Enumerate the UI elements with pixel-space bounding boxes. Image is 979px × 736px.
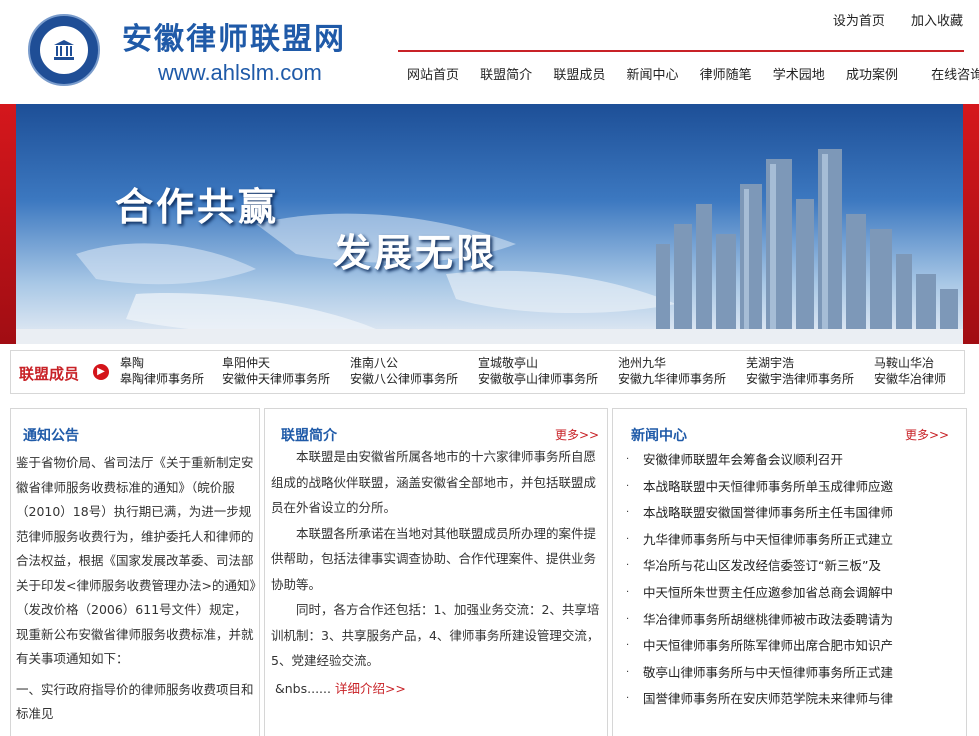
nav-essays[interactable]: 律师随笔 <box>700 64 752 83</box>
member-firm: 安徽敬亭山律师事务所 <box>478 372 599 386</box>
member-city: 宣城敬亭山 <box>478 356 539 370</box>
member-item[interactable]: 宣城敬亭山 安徽敬亭山律师事务所 <box>478 355 610 387</box>
news-item[interactable]: · 九华律师事务所与中天恒律师事务所正式建立 <box>623 527 959 554</box>
logo-inner-ring <box>38 24 90 76</box>
banner-slogan-2: 发展无限 <box>333 231 498 275</box>
members-scroller: 皋陶 皋陶律师事务所 阜阳仲天 安徽仲天律师事务所 淮南八公 安徽八公律师事务所… <box>120 355 962 391</box>
nav-home[interactable]: 网站首页 <box>407 64 459 83</box>
site-url: www.ahlslm.com <box>158 60 322 85</box>
members-bar: 联盟成员 ▶ 皋陶 皋陶律师事务所 阜阳仲天 安徽仲天律师事务所 淮南八公 安徽… <box>10 350 965 394</box>
banner-slogan-1: 合作共赢 <box>115 185 280 229</box>
bullet-icon: · <box>626 640 630 652</box>
hero-banner: 合作共赢 发展无限 <box>0 104 979 344</box>
nav-about[interactable]: 联盟简介 <box>480 64 532 83</box>
news-item-title: 本战略联盟安徽国誉律师事务所主任韦国律师 <box>643 505 894 521</box>
bullet-icon: · <box>626 480 630 492</box>
nav-consult[interactable]: 在线咨询 <box>931 64 979 83</box>
news-item[interactable]: · 中天恒律师事务所陈军律师出席合肥市知识产 <box>623 633 959 660</box>
news-item[interactable]: · 华冶所与花山区发改经信委签订“新三板”及 <box>623 553 959 580</box>
courthouse-icon <box>54 40 74 60</box>
intro-paragraph: 本联盟是由安徽省所属各地市的十六家律师事务所自愿组成的战略伙伴联盟，涵盖安徽省全… <box>271 449 597 515</box>
intro-paragraph: 同时，各方合作还包括：1、加强业务交流：2、共享培训机制：3、共享服务产品，4、… <box>271 602 600 668</box>
news-item[interactable]: · 本战略联盟安徽国誉律师事务所主任韦国律师 <box>623 500 959 527</box>
news-item-title: 敬亭山律师事务所与中天恒律师事务所正式建 <box>643 664 894 680</box>
member-city: 淮南八公 <box>350 356 399 370</box>
nav-divider <box>398 50 964 52</box>
news-item[interactable]: · 安徽律师联盟年会筹备会议顺利召开 <box>623 447 959 474</box>
notice-panel: 通知公告 鉴于省物价局、省司法厅《关于重新制定安徽省律师服务收费标准的通知》（皖… <box>10 408 260 736</box>
intro-paragraph: 本联盟各所承诺在当地对其他联盟成员所办理的案件提供帮助，包括法律事实调查协助、合… <box>271 525 597 592</box>
bullet-icon: · <box>626 454 630 465</box>
member-city: 皋陶 <box>120 356 145 370</box>
nav-academic[interactable]: 学术园地 <box>773 64 825 83</box>
member-item[interactable]: 皋陶 皋陶律师事务所 <box>120 355 214 387</box>
circle-arrow-right-icon[interactable]: ▶ <box>93 364 109 380</box>
add-favorite-link[interactable]: 加入收藏 <box>911 14 963 29</box>
member-firm: 安徽仲天律师事务所 <box>222 372 331 386</box>
member-firm: 安徽九华律师事务所 <box>618 372 727 386</box>
bullet-icon: · <box>626 560 630 572</box>
member-item[interactable]: 阜阳仲天 安徽仲天律师事务所 <box>222 355 342 387</box>
intro-panel: 联盟简介 更多>> 本联盟是由安徽省所属各地市的十六家律师事务所自愿组成的战略伙… <box>264 408 608 736</box>
news-title[interactable]: 新闻中心 <box>631 425 687 445</box>
notice-body[interactable]: 鉴于省物价局、省司法厅《关于重新制定安徽省律师服务收费标准的通知》（皖价服（20… <box>16 451 256 727</box>
intro-more-link[interactable]: 更多>> <box>555 426 599 443</box>
nav-cases[interactable]: 成功案例 <box>846 64 898 83</box>
main-nav: 网站首页 联盟简介 联盟成员 新闻中心 律师随笔 学术园地 成功案例 在线咨询 <box>398 64 979 83</box>
member-item[interactable]: 池州九华 安徽九华律师事务所 <box>618 355 738 387</box>
member-item[interactable]: 马鞍山华冶 安徽华冶律师 <box>874 355 962 387</box>
member-firm: 安徽宇浩律师事务所 <box>746 372 855 386</box>
notice-text: 鉴于省物价局、省司法厅《关于重新制定安徽省律师服务收费标准的通知》（皖价服（20… <box>16 455 256 666</box>
bullet-icon: · <box>626 693 630 705</box>
member-city: 阜阳仲天 <box>222 356 271 370</box>
intro-title[interactable]: 联盟简介 <box>281 425 337 445</box>
news-item[interactable]: · 国誉律师事务所在安庆师范学院未来律师与律 <box>623 686 959 713</box>
member-city: 芜湖宇浩 <box>746 356 795 370</box>
member-city: 池州九华 <box>618 356 667 370</box>
member-item[interactable]: 芜湖宇浩 安徽宇浩律师事务所 <box>746 355 866 387</box>
intro-body: 本联盟是由安徽省所属各地市的十六家律师事务所自愿组成的战略伙伴联盟，涵盖安徽省全… <box>271 444 603 701</box>
top-links: 设为首页 加入收藏 <box>811 10 963 29</box>
site-header: 安徽律师联盟网 www.ahlslm.com 设为首页 加入收藏 网站首页 联盟… <box>0 0 979 104</box>
news-item-title: 华冶律师事务所胡继桃律师被市政法委聘请为 <box>643 611 894 627</box>
lawyer-emblem-logo[interactable] <box>28 14 100 86</box>
bullet-icon: · <box>626 666 630 678</box>
news-list: · 安徽律师联盟年会筹备会议顺利召开 · 本战略联盟中天恒律师事务所单玉成律师应邀 … <box>623 447 959 713</box>
news-item-title: 国誉律师事务所在安庆师范学院未来律师与律 <box>643 691 894 707</box>
member-firm: 皋陶律师事务所 <box>120 372 205 386</box>
news-panel: 新闻中心 更多>> · 安徽律师联盟年会筹备会议顺利召开 · 本战略联盟中天恒律师事… <box>612 408 967 736</box>
member-firm: 安徽八公律师事务所 <box>350 372 459 386</box>
news-item[interactable]: · 本战略联盟中天恒律师事务所单玉成律师应邀 <box>623 474 959 501</box>
bullet-icon: · <box>626 507 630 519</box>
bullet-icon: · <box>626 613 630 625</box>
news-item[interactable]: · 中天恒所朱世贾主任应邀参加省总商会调解中 <box>623 580 959 607</box>
nav-members[interactable]: 联盟成员 <box>553 64 605 83</box>
news-item-title: 中天恒律师事务所陈军律师出席合肥市知识产 <box>643 638 894 654</box>
set-homepage-link[interactable]: 设为首页 <box>833 14 885 29</box>
nav-news[interactable]: 新闻中心 <box>626 64 678 83</box>
site-title: 安徽律师联盟网 <box>122 22 346 57</box>
notice-item-1: 一、实行政府指导价的律师服务收费项目和标准见 <box>16 681 254 722</box>
members-label: 联盟成员 <box>19 365 80 383</box>
banner-frame-right <box>963 104 979 344</box>
news-item-title: 中天恒所朱世贾主任应邀参加省总商会调解中 <box>643 584 894 600</box>
notice-title[interactable]: 通知公告 <box>23 425 79 445</box>
news-item[interactable]: · 敬亭山律师事务所与中天恒律师事务所正式建 <box>623 660 959 687</box>
member-city: 马鞍山华冶 <box>874 356 935 370</box>
bullet-icon: · <box>626 586 630 598</box>
member-item[interactable]: 淮南八公 安徽八公律师事务所 <box>350 355 470 387</box>
news-item-title: 本战略联盟中天恒律师事务所单玉成律师应邀 <box>643 478 894 494</box>
news-item-title: 九华律师事务所与中天恒律师事务所正式建立 <box>643 531 894 547</box>
news-more-link[interactable]: 更多>> <box>905 426 949 443</box>
news-item[interactable]: · 华冶律师事务所胡继桃律师被市政法委聘请为 <box>623 607 959 634</box>
intro-tail: &nbs...... <box>275 680 331 696</box>
banner-frame-left <box>0 104 16 344</box>
news-item-title: 华冶所与花山区发改经信委签订“新三板”及 <box>643 558 881 574</box>
news-item-title: 安徽律师联盟年会筹备会议顺利召开 <box>643 452 844 467</box>
member-firm: 安徽华冶律师 <box>874 372 947 386</box>
intro-detail-link[interactable]: 详细介绍>> <box>335 681 406 696</box>
bullet-icon: · <box>626 533 630 545</box>
